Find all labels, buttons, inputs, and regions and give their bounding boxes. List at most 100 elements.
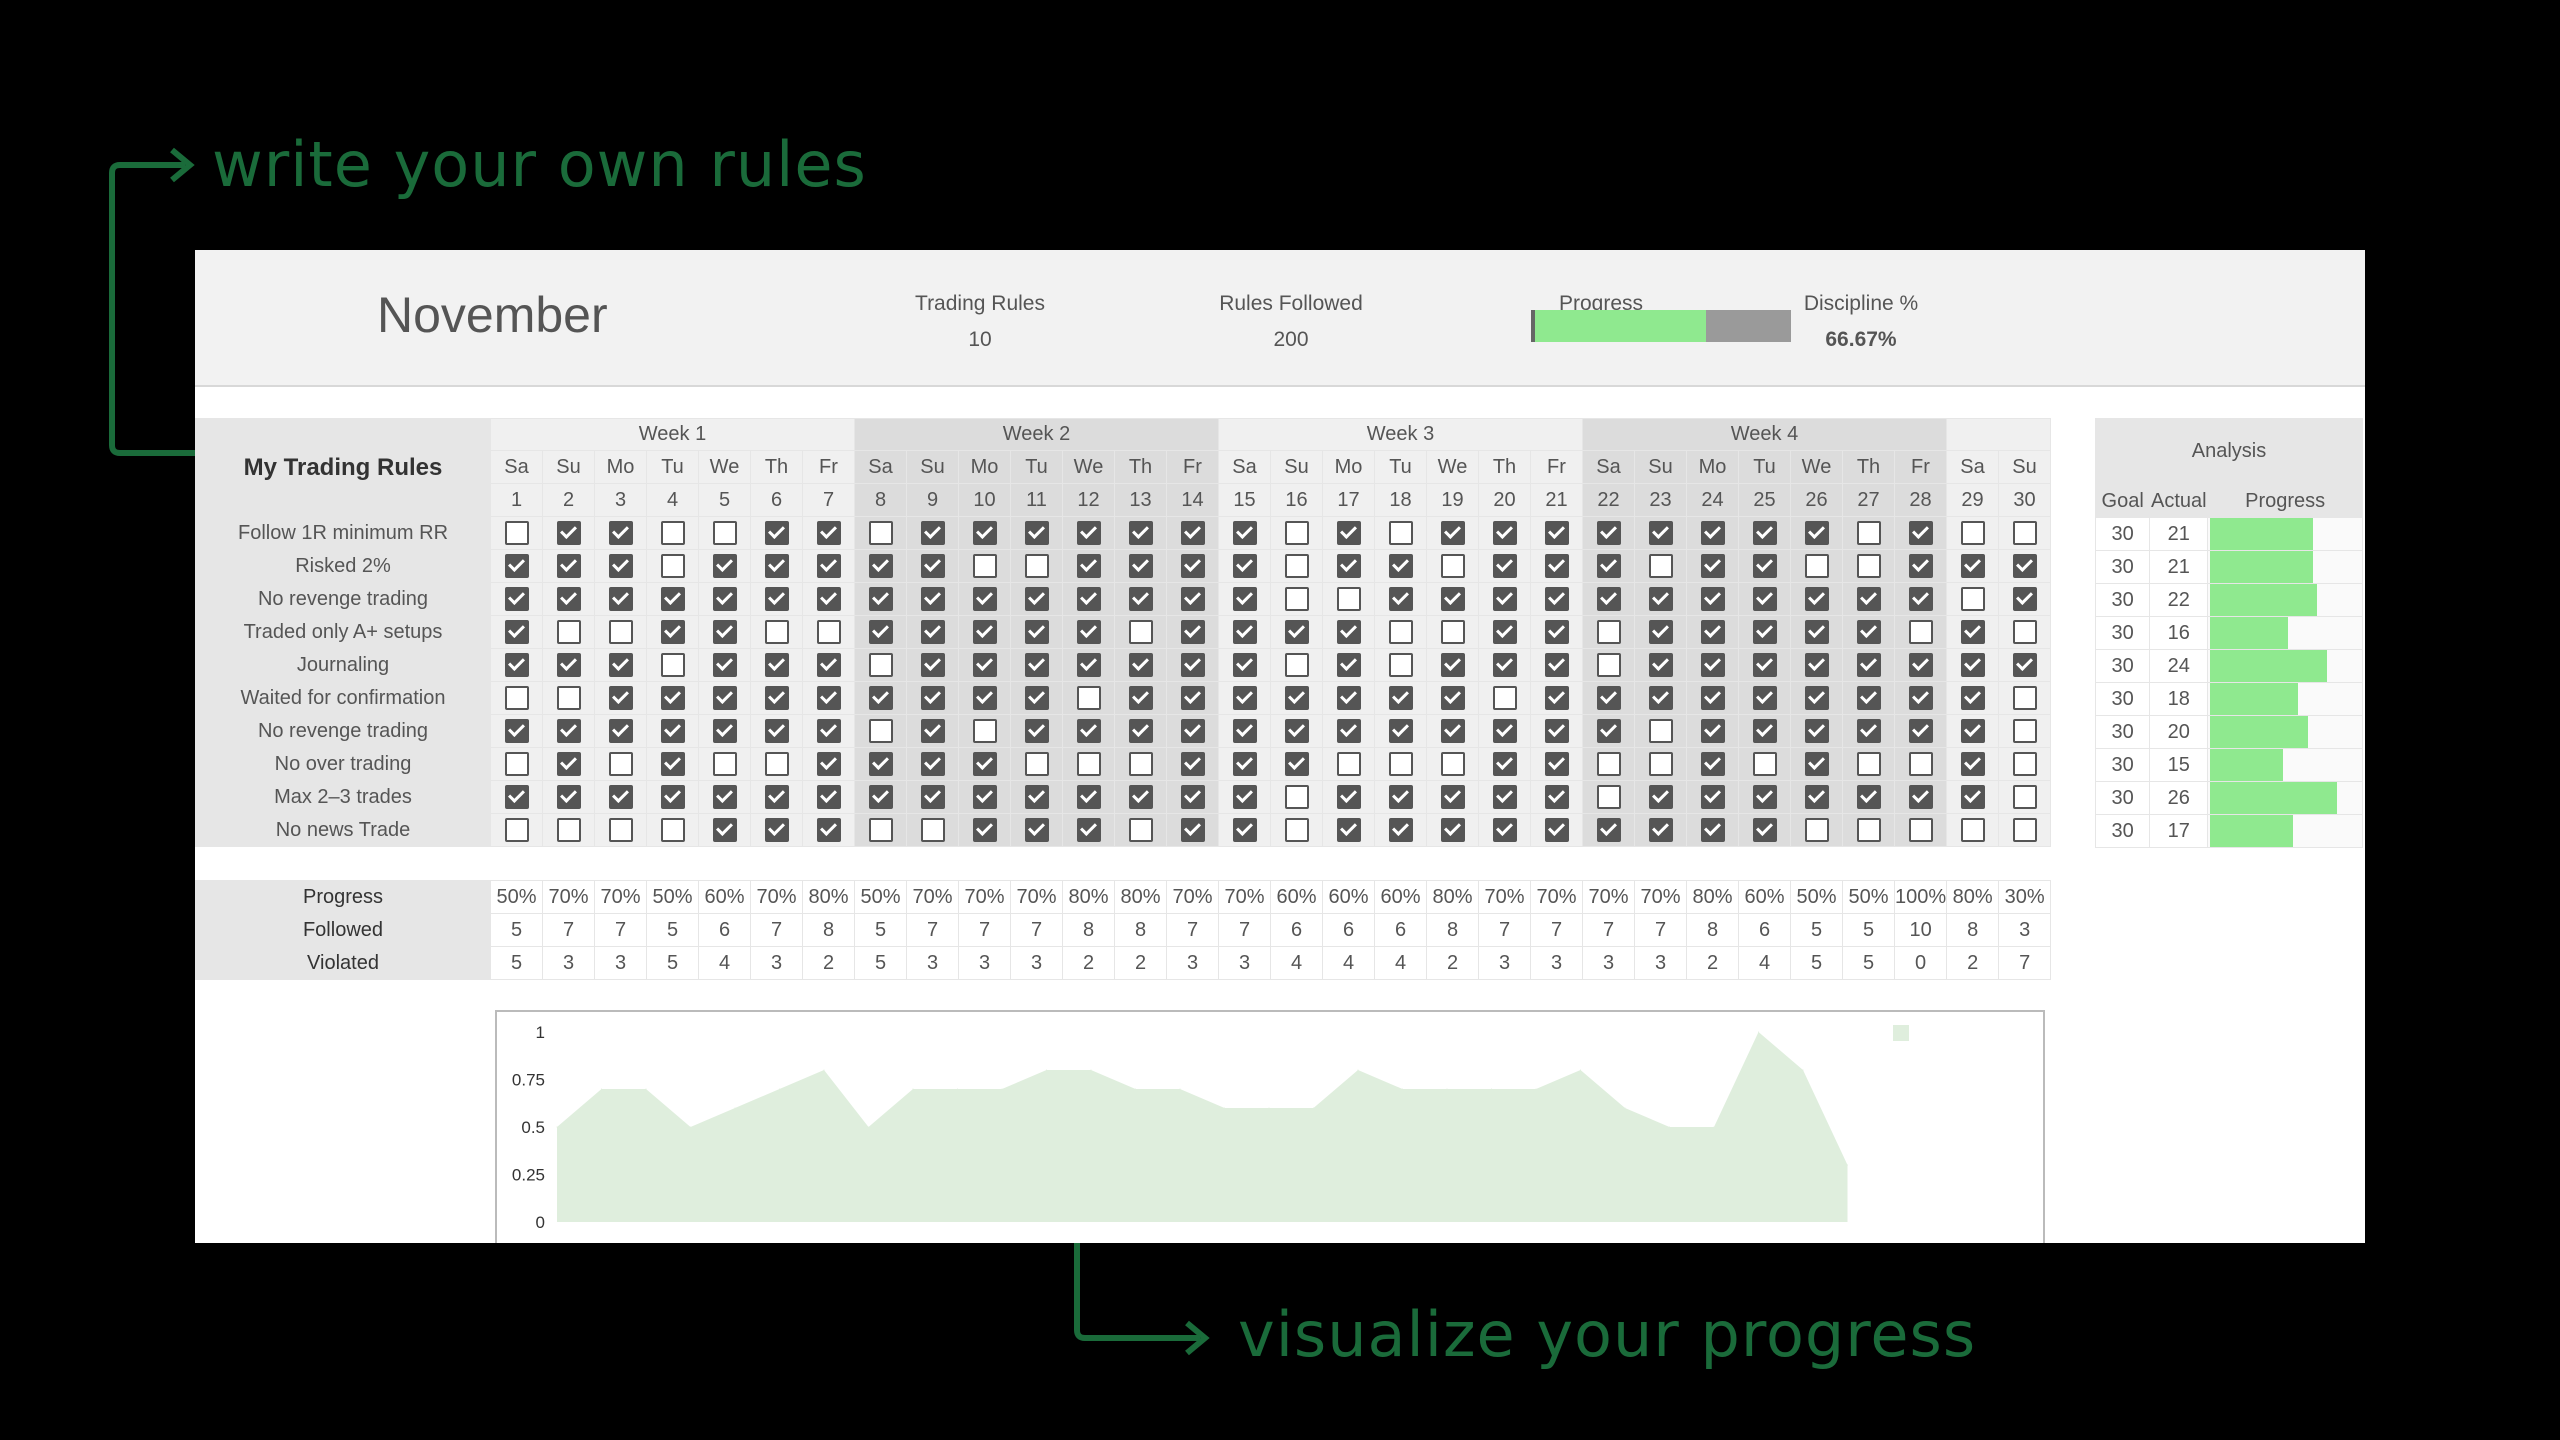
rule-checkbox[interactable] xyxy=(1544,521,1569,545)
rule-checkbox[interactable] xyxy=(1700,620,1725,644)
rule-checkbox[interactable] xyxy=(1856,620,1881,644)
rule-checkbox[interactable] xyxy=(1492,521,1517,545)
rule-checkbox[interactable] xyxy=(1804,719,1829,743)
rule-checkbox[interactable] xyxy=(972,686,997,710)
rule-checkbox[interactable] xyxy=(1856,719,1881,743)
rule-checkbox[interactable] xyxy=(1024,686,1049,710)
rule-checkbox[interactable] xyxy=(504,521,529,545)
rule-checkbox[interactable] xyxy=(764,521,789,545)
rule-checkbox[interactable] xyxy=(1232,653,1257,677)
rule-checkbox[interactable] xyxy=(1700,587,1725,611)
rule-checkbox[interactable] xyxy=(1180,785,1205,809)
rule-checkbox[interactable] xyxy=(1232,521,1257,545)
rule-checkbox[interactable] xyxy=(1336,686,1361,710)
rule-checkbox[interactable] xyxy=(1128,620,1153,644)
rule-checkbox[interactable] xyxy=(1336,554,1361,578)
rule-checkbox[interactable] xyxy=(1284,719,1309,743)
rule-checkbox[interactable] xyxy=(972,521,997,545)
rule-checkbox[interactable] xyxy=(712,686,737,710)
rule-checkbox[interactable] xyxy=(1076,653,1101,677)
rule-checkbox[interactable] xyxy=(1284,554,1309,578)
rule-checkbox[interactable] xyxy=(504,752,529,776)
rule-checkbox[interactable] xyxy=(1596,818,1621,842)
rule-checkbox[interactable] xyxy=(660,653,685,677)
rule-checkbox[interactable] xyxy=(1232,752,1257,776)
rule-checkbox[interactable] xyxy=(920,818,945,842)
rule-checkbox[interactable] xyxy=(1284,521,1309,545)
rule-checkbox[interactable] xyxy=(1076,686,1101,710)
rule-checkbox[interactable] xyxy=(1700,818,1725,842)
rule-checkbox[interactable] xyxy=(1336,620,1361,644)
rule-checkbox[interactable] xyxy=(816,521,841,545)
rule-checkbox[interactable] xyxy=(1908,653,1933,677)
rule-checkbox[interactable] xyxy=(1284,620,1309,644)
rule-checkbox[interactable] xyxy=(764,653,789,677)
rule-checkbox[interactable] xyxy=(2012,752,2037,776)
rule-checkbox[interactable] xyxy=(1960,653,1985,677)
rule-checkbox[interactable] xyxy=(1440,521,1465,545)
rule-checkbox[interactable] xyxy=(1232,554,1257,578)
rule-checkbox[interactable] xyxy=(972,818,997,842)
rule-checkbox[interactable] xyxy=(1960,752,1985,776)
rule-checkbox[interactable] xyxy=(1024,752,1049,776)
rule-checkbox[interactable] xyxy=(1648,686,1673,710)
rule-checkbox[interactable] xyxy=(920,752,945,776)
rule-checkbox[interactable] xyxy=(1076,587,1101,611)
rule-checkbox[interactable] xyxy=(608,686,633,710)
rule-checkbox[interactable] xyxy=(1700,719,1725,743)
rule-checkbox[interactable] xyxy=(1960,686,1985,710)
rule-checkbox[interactable] xyxy=(920,686,945,710)
rule-checkbox[interactable] xyxy=(1544,818,1569,842)
rule-checkbox[interactable] xyxy=(712,521,737,545)
rule-checkbox[interactable] xyxy=(1960,554,1985,578)
rule-checkbox[interactable] xyxy=(1752,653,1777,677)
rule-checkbox[interactable] xyxy=(608,752,633,776)
rule-checkbox[interactable] xyxy=(1024,620,1049,644)
rule-checkbox[interactable] xyxy=(712,554,737,578)
rule-checkbox[interactable] xyxy=(660,785,685,809)
rule-checkbox[interactable] xyxy=(1648,785,1673,809)
rule-checkbox[interactable] xyxy=(1440,653,1465,677)
rule-checkbox[interactable] xyxy=(2012,620,2037,644)
rule-checkbox[interactable] xyxy=(920,554,945,578)
rule-checkbox[interactable] xyxy=(972,587,997,611)
rule-checkbox[interactable] xyxy=(920,521,945,545)
rule-checkbox[interactable] xyxy=(1596,653,1621,677)
rule-checkbox[interactable] xyxy=(1856,653,1881,677)
rule-checkbox[interactable] xyxy=(712,752,737,776)
rule-checkbox[interactable] xyxy=(1960,587,1985,611)
rule-checkbox[interactable] xyxy=(2012,686,2037,710)
rule-checkbox[interactable] xyxy=(1544,653,1569,677)
rule-checkbox[interactable] xyxy=(1544,620,1569,644)
rule-checkbox[interactable] xyxy=(1336,818,1361,842)
rule-checkbox[interactable] xyxy=(764,719,789,743)
rule-checkbox[interactable] xyxy=(1128,752,1153,776)
rule-checkbox[interactable] xyxy=(868,620,893,644)
rule-checkbox[interactable] xyxy=(1648,620,1673,644)
rule-checkbox[interactable] xyxy=(1388,521,1413,545)
rule-checkbox[interactable] xyxy=(1388,554,1413,578)
rule-checkbox[interactable] xyxy=(1076,719,1101,743)
rule-checkbox[interactable] xyxy=(1440,686,1465,710)
rule-checkbox[interactable] xyxy=(660,620,685,644)
rule-checkbox[interactable] xyxy=(1752,752,1777,776)
rule-checkbox[interactable] xyxy=(2012,719,2037,743)
rule-checkbox[interactable] xyxy=(1336,785,1361,809)
rule-checkbox[interactable] xyxy=(816,554,841,578)
rule-checkbox[interactable] xyxy=(1388,785,1413,809)
rule-checkbox[interactable] xyxy=(1908,719,1933,743)
rule-checkbox[interactable] xyxy=(1180,719,1205,743)
rule-checkbox[interactable] xyxy=(556,554,581,578)
rule-checkbox[interactable] xyxy=(1908,686,1933,710)
rule-checkbox[interactable] xyxy=(1076,752,1101,776)
rule-checkbox[interactable] xyxy=(1492,719,1517,743)
rule-checkbox[interactable] xyxy=(816,752,841,776)
rule-checkbox[interactable] xyxy=(556,752,581,776)
rule-checkbox[interactable] xyxy=(816,818,841,842)
rule-checkbox[interactable] xyxy=(1544,719,1569,743)
rule-checkbox[interactable] xyxy=(1544,752,1569,776)
rule-checkbox[interactable] xyxy=(972,785,997,809)
rule-checkbox[interactable] xyxy=(868,587,893,611)
rule-checkbox[interactable] xyxy=(712,587,737,611)
rule-checkbox[interactable] xyxy=(1076,554,1101,578)
